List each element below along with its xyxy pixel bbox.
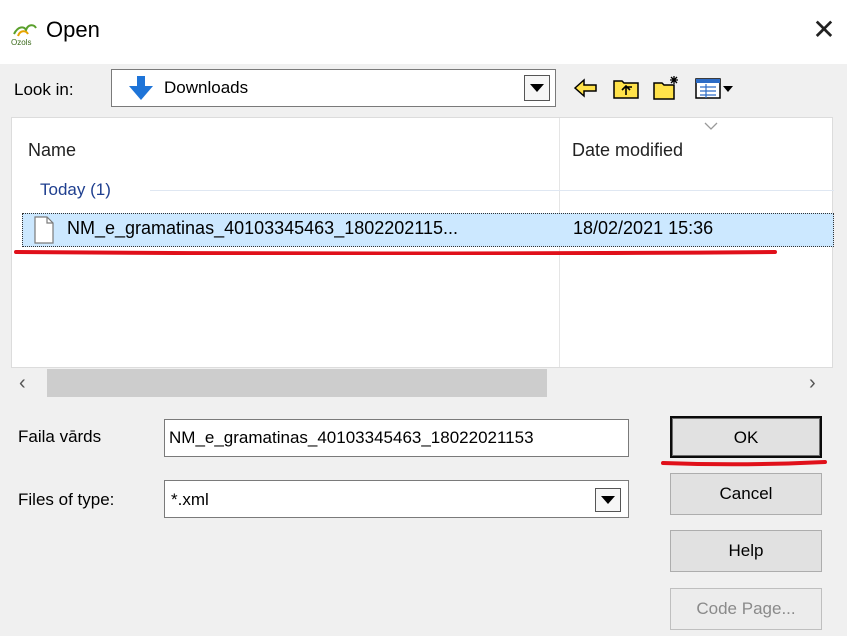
help-button[interactable]: Help xyxy=(670,530,822,572)
view-menu-icon[interactable] xyxy=(694,74,734,102)
file-row[interactable]: NM_e_gramatinas_40103345463_1802202115..… xyxy=(22,213,834,247)
file-type-dropdown-button[interactable] xyxy=(595,488,621,512)
chevron-down-icon xyxy=(601,496,615,504)
annotation-underline-file xyxy=(14,250,777,255)
column-header-name[interactable]: Name xyxy=(28,140,76,161)
dialog-title: Open xyxy=(46,17,100,42)
scrollbar-thumb[interactable] xyxy=(47,369,547,397)
download-arrow-icon xyxy=(129,76,153,100)
look-in-label: Look in: xyxy=(14,80,74,99)
file-name-input[interactable]: NM_e_gramatinas_40103345463_18022021153 xyxy=(164,419,629,457)
look-in-value: Downloads xyxy=(164,78,249,97)
cancel-button[interactable]: Cancel xyxy=(670,473,822,515)
file-list[interactable]: Name Date modified Today (1) NM_e_gramat… xyxy=(11,117,834,368)
title-bar: Ozols Open ✕ xyxy=(0,0,847,64)
file-date-cell: 18/02/2021 15:36 xyxy=(573,218,714,238)
code-page-button[interactable]: Code Page... xyxy=(670,588,822,630)
file-type-dropdown[interactable]: *.xml xyxy=(164,480,629,518)
scroll-right-icon[interactable]: › xyxy=(809,372,816,395)
look-in-dropdown-button[interactable] xyxy=(524,75,550,101)
new-folder-icon[interactable] xyxy=(652,74,680,102)
file-type-value: *.xml xyxy=(171,490,209,509)
svg-text:Ozols: Ozols xyxy=(11,38,31,46)
group-divider xyxy=(150,190,834,191)
sort-chevron-icon xyxy=(704,122,718,130)
back-icon[interactable] xyxy=(572,74,600,102)
scroll-left-icon[interactable]: ‹ xyxy=(19,372,26,395)
annotation-underline-ok xyxy=(661,460,827,467)
app-logo-icon: Ozols xyxy=(11,24,37,46)
file-name-cell: NM_e_gramatinas_40103345463_1802202115..… xyxy=(67,218,458,238)
file-icon xyxy=(34,216,54,244)
column-header-date-modified[interactable]: Date modified xyxy=(572,140,683,161)
chevron-down-icon xyxy=(530,84,544,92)
file-name-label: Faila vārds xyxy=(18,427,102,446)
ok-button[interactable]: OK xyxy=(670,416,822,458)
up-folder-icon[interactable] xyxy=(612,74,640,102)
look-in-dropdown[interactable]: Downloads xyxy=(111,69,556,107)
horizontal-scrollbar[interactable]: ‹ › xyxy=(11,368,833,398)
file-type-label: Files of type: xyxy=(18,490,115,509)
group-header-today[interactable]: Today (1) xyxy=(40,180,111,200)
close-button[interactable]: ✕ xyxy=(806,12,842,48)
